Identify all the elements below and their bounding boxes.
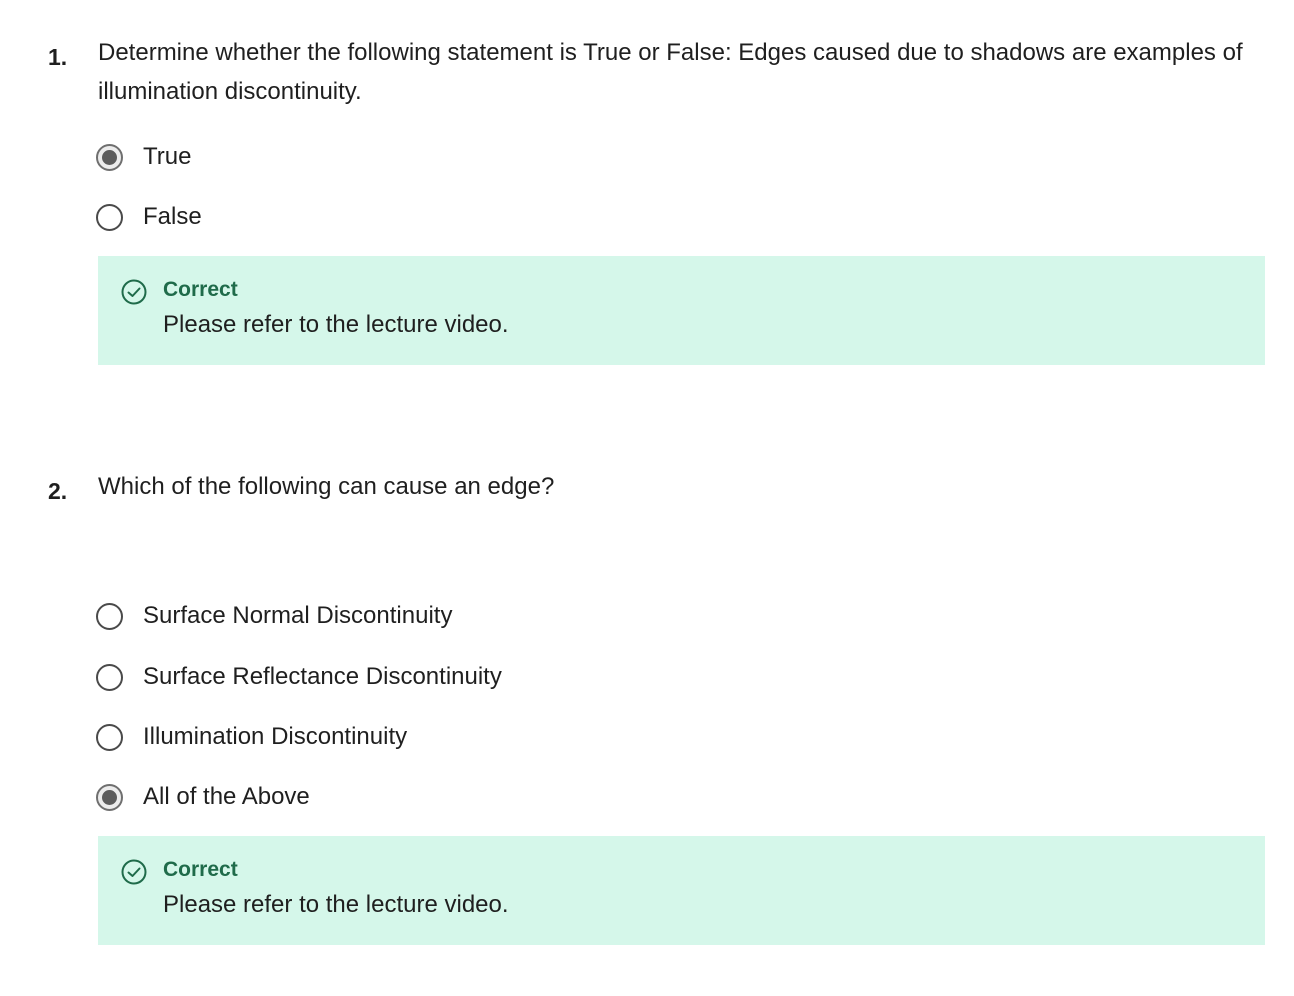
question-text: Determine whether the following statemen… <box>98 39 1243 105</box>
question-number: 1. <box>48 44 68 70</box>
question-number: 2. <box>48 478 68 504</box>
feedback-message: Please refer to the lecture video. <box>163 891 509 918</box>
quiz-page: 1. Determine whether the following state… <box>0 0 1294 996</box>
option-false[interactable]: False <box>96 199 202 235</box>
option-label: All of the Above <box>143 783 310 810</box>
radio-button[interactable] <box>96 203 123 231</box>
radio-button[interactable] <box>96 723 123 751</box>
option-label: True <box>143 143 192 170</box>
question-text: Which of the following can cause an edge… <box>98 473 555 500</box>
option-surface-reflectance[interactable]: Surface Reflectance Discontinuity <box>96 659 502 695</box>
radio-button-selected[interactable] <box>96 783 123 811</box>
option-all-of-the-above[interactable]: All of the Above <box>96 779 310 815</box>
check-circle-icon <box>121 859 147 885</box>
feedback-status: Correct <box>163 278 238 301</box>
option-label: Surface Normal Discontinuity <box>143 602 453 629</box>
option-true[interactable]: True <box>96 139 191 175</box>
option-surface-normal[interactable]: Surface Normal Discontinuity <box>96 598 452 634</box>
option-label: False <box>143 203 202 230</box>
option-label: Illumination Discontinuity <box>143 723 408 750</box>
feedback-correct: Correct Please refer to the lecture vide… <box>98 836 1265 945</box>
feedback-status: Correct <box>163 858 238 881</box>
option-illumination[interactable]: Illumination Discontinuity <box>96 719 407 755</box>
feedback-message: Please refer to the lecture video. <box>163 311 509 338</box>
radio-button[interactable] <box>96 602 123 630</box>
radio-button[interactable] <box>96 663 123 691</box>
option-label: Surface Reflectance Discontinuity <box>143 663 502 690</box>
feedback-correct: Correct Please refer to the lecture vide… <box>98 256 1265 365</box>
radio-button-selected[interactable] <box>96 143 123 171</box>
check-circle-icon <box>121 279 147 305</box>
